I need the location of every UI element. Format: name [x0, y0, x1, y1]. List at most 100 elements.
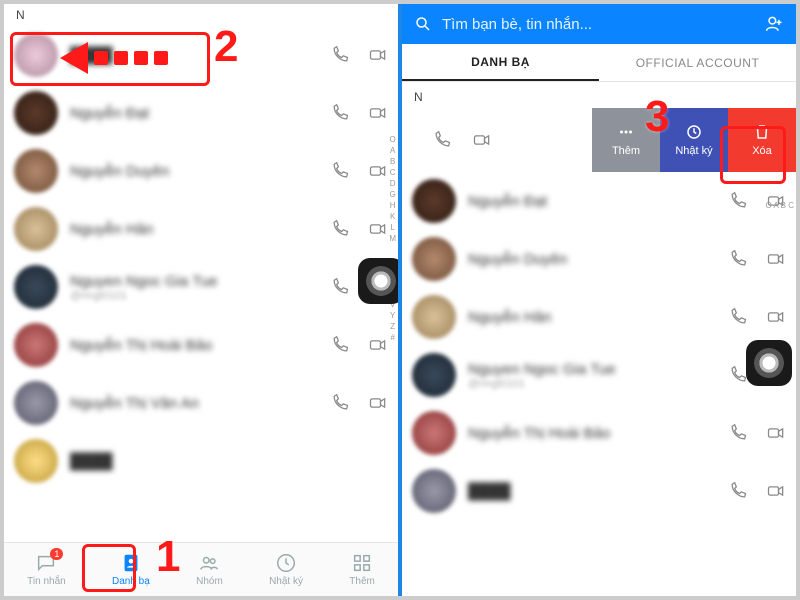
phone-icon[interactable]: [432, 130, 452, 150]
contact-row[interactable]: Nguyễn Duyên: [402, 230, 796, 288]
chat-icon: 1: [35, 552, 57, 574]
contact-name: Nguyễn Thị Hoài Bảo: [468, 425, 728, 442]
contact-name: Nguyễn Duyên: [468, 251, 728, 268]
section-letter: N: [4, 4, 398, 26]
dots-icon: [617, 123, 635, 141]
nav-label: Danh bạ: [112, 576, 150, 587]
alpha-index[interactable]: O A B C D G H K L M T U V Y Z #: [389, 134, 396, 343]
video-icon[interactable]: [368, 103, 388, 123]
video-icon[interactable]: [766, 307, 786, 327]
phone-icon[interactable]: [330, 45, 350, 65]
avatar: [14, 265, 58, 309]
nav-contacts[interactable]: Danh bạ: [112, 552, 150, 587]
tab-contacts[interactable]: DANH BẠ: [402, 44, 599, 81]
contact-name: Nguyễn Đạt: [70, 105, 330, 122]
contact-row[interactable]: Nguyễn Hân: [402, 288, 796, 346]
screen-right: Tìm bạn bè, tin nhắn... DANH BẠ OFFICIAL…: [400, 4, 796, 596]
video-icon[interactable]: [368, 161, 388, 181]
nav-groups[interactable]: Nhóm: [196, 552, 223, 587]
search-bar[interactable]: Tìm bạn bè, tin nhắn...: [402, 4, 796, 44]
badge: 1: [50, 548, 63, 560]
contact-row[interactable]: ████: [4, 432, 398, 490]
contact-row[interactable]: Nguyen Ngoc Gia Tue @nngt0101: [402, 346, 796, 404]
video-icon[interactable]: [766, 423, 786, 443]
phone-icon[interactable]: [330, 277, 350, 297]
avatar: [412, 237, 456, 281]
contact-name: Nguyen Ngoc Gia Tue: [70, 273, 330, 290]
alpha-index[interactable]: O A B C: [766, 200, 794, 211]
phone-icon[interactable]: [728, 191, 748, 211]
assistive-touch[interactable]: [746, 340, 792, 386]
avatar: [412, 295, 456, 339]
action-label: Nhật ký: [675, 145, 712, 157]
nav-label: Thêm: [349, 576, 375, 587]
video-icon[interactable]: [766, 481, 786, 501]
contact-row[interactable]: Nguyễn Đạt: [402, 172, 796, 230]
clock-icon: [275, 552, 297, 574]
contact-row[interactable]: Nguyen Ngoc Gia Tue @nngt0101: [4, 258, 398, 316]
nav-messages[interactable]: 1 Tin nhắn: [27, 552, 66, 587]
contact-sub: @nngt0101: [70, 290, 330, 302]
video-icon[interactable]: [368, 45, 388, 65]
phone-icon[interactable]: [728, 307, 748, 327]
phone-icon[interactable]: [330, 335, 350, 355]
bottom-nav: 1 Tin nhắn Danh bạ Nhóm Nhật ký Thêm: [4, 542, 398, 596]
contact-row[interactable]: ████: [4, 26, 398, 84]
trash-icon: [753, 123, 771, 141]
nav-label: Nhóm: [196, 576, 223, 587]
grid-icon: [351, 552, 373, 574]
contact-row[interactable]: Nguyễn Thị Hoài Bảo: [402, 404, 796, 462]
avatar: [412, 353, 456, 397]
contact-name: ████: [70, 47, 330, 64]
contact-row[interactable]: Nguyễn Thị Vân An: [4, 374, 398, 432]
avatar: [14, 149, 58, 193]
contact-name: Nguyễn Đạt: [468, 193, 728, 210]
phone-icon[interactable]: [728, 481, 748, 501]
video-icon[interactable]: [368, 335, 388, 355]
avatar: [14, 381, 58, 425]
group-icon: [198, 552, 220, 574]
contact-row[interactable]: Nguyễn Hân: [4, 200, 398, 258]
nav-timeline[interactable]: Nhật ký: [269, 552, 303, 587]
contacts-icon: [120, 552, 142, 574]
video-icon[interactable]: [472, 130, 492, 150]
nav-label: Nhật ký: [269, 576, 303, 587]
contact-name: Nguyễn Thị Hoài Bảo: [70, 337, 330, 354]
action-label: Thêm: [612, 145, 640, 157]
contact-row[interactable]: ████: [402, 462, 796, 520]
phone-icon[interactable]: [330, 393, 350, 413]
nav-more[interactable]: Thêm: [349, 552, 375, 587]
avatar: [14, 91, 58, 135]
phone-icon[interactable]: [330, 219, 350, 239]
assistive-touch[interactable]: [358, 258, 400, 304]
video-icon[interactable]: [368, 219, 388, 239]
tab-official-account[interactable]: OFFICIAL ACCOUNT: [599, 44, 796, 81]
contact-row[interactable]: Nguyễn Thị Hoài Bảo: [4, 316, 398, 374]
contact-tabs: DANH BẠ OFFICIAL ACCOUNT: [402, 44, 796, 82]
contact-row[interactable]: Nguyễn Duyên: [4, 142, 398, 200]
contact-name: Nguyễn Hân: [468, 309, 728, 326]
section-letter: N: [402, 82, 796, 108]
add-friend-icon[interactable]: [764, 14, 784, 34]
phone-icon[interactable]: [330, 103, 350, 123]
contact-row[interactable]: Nguyễn Đạt: [4, 84, 398, 142]
video-icon[interactable]: [766, 249, 786, 269]
contact-sub: @nngt0101: [468, 378, 728, 390]
phone-icon[interactable]: [728, 365, 748, 385]
avatar: [412, 179, 456, 223]
contact-name: Nguyễn Duyên: [70, 163, 330, 180]
phone-icon[interactable]: [728, 423, 748, 443]
contact-name: Nguyen Ngoc Gia Tue: [468, 361, 728, 378]
swiped-contact-row[interactable]: Thêm Nhật ký Xóa: [402, 108, 796, 172]
nav-label: Tin nhắn: [27, 576, 66, 587]
contact-name: ████: [468, 483, 728, 500]
avatar: [14, 33, 58, 77]
phone-icon[interactable]: [728, 249, 748, 269]
contact-name: Nguyễn Hân: [70, 221, 330, 238]
video-icon[interactable]: [368, 393, 388, 413]
action-more[interactable]: Thêm: [592, 108, 660, 172]
phone-icon[interactable]: [330, 161, 350, 181]
contact-name: Nguyễn Thị Vân An: [70, 395, 330, 412]
action-delete[interactable]: Xóa: [728, 108, 796, 172]
action-log[interactable]: Nhật ký: [660, 108, 728, 172]
